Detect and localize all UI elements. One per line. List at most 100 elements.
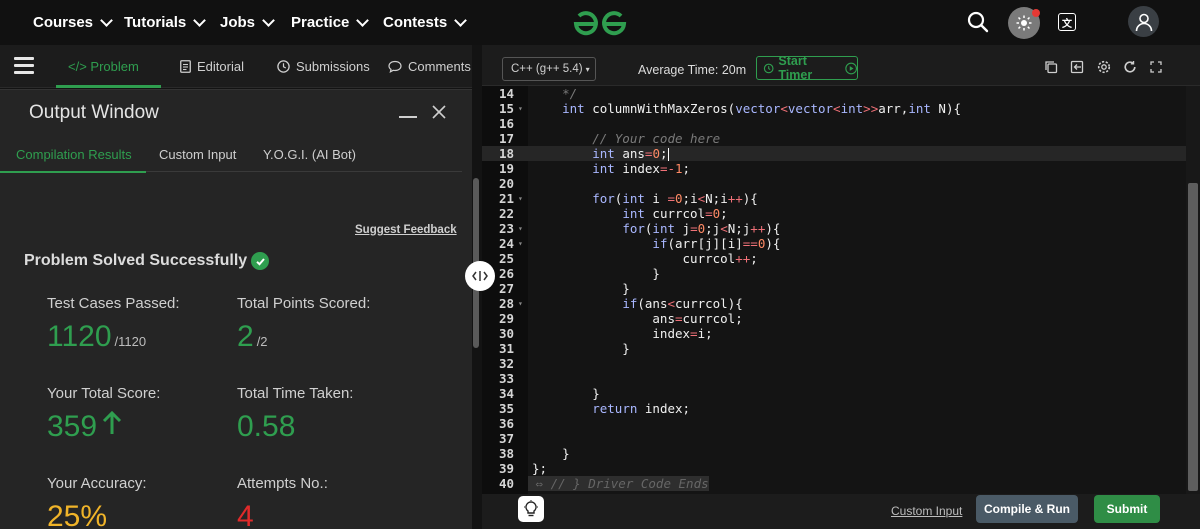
fold-caret-icon[interactable]: ▾: [518, 221, 523, 236]
code-text: }: [532, 386, 600, 401]
editor-scrollbar[interactable]: [1188, 183, 1198, 491]
code-text: int currcol=0;: [622, 206, 728, 221]
caret-down-icon: ▾: [585, 64, 590, 74]
search-icon[interactable]: [966, 10, 990, 34]
code-line: 28 ▾ if(ans<currcol){: [482, 296, 1186, 311]
code-text: ⇔ // } Driver Code Ends: [528, 476, 709, 491]
tab-submissions-label: Submissions: [296, 59, 370, 74]
code-text: if(arr[j][i]==0){: [652, 236, 781, 251]
tab-comments-label: Comments: [408, 59, 471, 74]
accuracy-value: 25%: [47, 500, 108, 529]
line-number: 27: [499, 281, 515, 296]
nav-jobs-label: Jobs: [220, 14, 256, 31]
language-select-value: C++ (g++ 5.4): [511, 63, 583, 75]
line-number: 34: [499, 386, 515, 401]
line-number: 28: [499, 296, 515, 311]
fullscreen-icon[interactable]: [1149, 60, 1163, 74]
test-cases-value: 1120/1120: [47, 320, 146, 354]
tab-yogi-ai-bot[interactable]: Y.O.G.I. (AI Bot): [263, 136, 356, 172]
compile-run-button[interactable]: Compile & Run: [976, 495, 1078, 523]
line-number: 19: [499, 161, 515, 176]
tab-problem[interactable]: </> Problem: [56, 45, 161, 88]
export-icon[interactable]: [1070, 60, 1084, 74]
code-text: int index=-1;: [592, 161, 691, 176]
language-select[interactable]: C++ (g++ 5.4) ▾: [502, 57, 596, 81]
fold-caret-icon[interactable]: ▾: [518, 101, 523, 116]
line-number: 33: [499, 371, 515, 386]
code-text: };: [532, 461, 548, 476]
user-icon[interactable]: [1128, 6, 1159, 37]
gfg-logo[interactable]: [570, 6, 630, 38]
line-number: 35: [499, 401, 515, 416]
chevron-down-icon: [454, 13, 468, 27]
custom-input-link[interactable]: Custom Input: [891, 504, 962, 518]
code-text: for(int i =0;i<N;i++){: [592, 191, 758, 206]
test-cases-label: Test Cases Passed:: [47, 295, 180, 312]
code-line: 17 // Your code here: [482, 131, 1186, 146]
line-number: 26: [499, 266, 515, 281]
nav-tutorials-label: Tutorials: [124, 14, 187, 31]
nav-courses[interactable]: Courses: [33, 0, 113, 45]
nav-contests[interactable]: Contests: [383, 0, 468, 45]
code-text: */: [532, 86, 578, 101]
fold-caret-icon[interactable]: ▾: [518, 191, 523, 206]
points-value: 2/2: [237, 320, 268, 354]
tab-editorial[interactable]: Editorial: [180, 45, 244, 88]
code-line: 16: [482, 116, 1186, 131]
code-text: if(ans<currcol){: [622, 296, 743, 311]
code-text: }: [532, 266, 660, 281]
code-line: 32: [482, 356, 1186, 371]
code-line: 26 }: [482, 266, 1186, 281]
tab-editorial-label: Editorial: [197, 59, 244, 74]
code-text: return index;: [592, 401, 691, 416]
theme-toggle-icon[interactable]: [1008, 7, 1040, 39]
notification-dot: [1032, 9, 1040, 17]
code-line: 34 }: [482, 386, 1186, 401]
code-editor[interactable]: 14 */15 ▾ int columnWithMaxZeros(vector<v…: [482, 86, 1186, 494]
fold-caret-icon[interactable]: ▾: [518, 296, 523, 311]
nav-practice[interactable]: Practice: [291, 0, 370, 45]
code-line: 40 ⇔ // } Driver Code Ends: [482, 476, 1186, 491]
average-time: Average Time: 20m: [638, 63, 747, 77]
tab-custom-input[interactable]: Custom Input: [159, 136, 236, 172]
copy-icon[interactable]: [1044, 60, 1058, 74]
translate-icon[interactable]: 文: [1058, 13, 1076, 31]
suggest-feedback-link[interactable]: Suggest Feedback: [355, 224, 457, 236]
test-cases-total: /1120: [114, 334, 147, 349]
line-number: 36: [499, 416, 515, 431]
collapsed-region-marker[interactable]: ⇔: [528, 476, 551, 491]
gear-icon[interactable]: [1097, 60, 1111, 74]
close-icon[interactable]: [428, 101, 450, 123]
hamburger-menu-icon[interactable]: [14, 57, 34, 75]
arrow-up-icon: [103, 410, 122, 434]
code-line: 39};: [482, 461, 1186, 476]
fold-caret-icon[interactable]: ▾: [518, 236, 523, 251]
code-text: int columnWithMaxZeros(vector<vector<int…: [562, 101, 962, 116]
nav-courses-label: Courses: [33, 14, 94, 31]
panel-resize-handle[interactable]: [465, 261, 495, 291]
code-line: 30 index=i;: [482, 326, 1186, 341]
status-message-text: Problem Solved Successfully: [24, 252, 248, 269]
tab-comments[interactable]: Comments: [388, 45, 471, 88]
minimize-icon[interactable]: [399, 116, 417, 118]
tab-submissions[interactable]: Submissions: [277, 45, 370, 88]
code-line: 33: [482, 371, 1186, 386]
code-text: }: [532, 341, 630, 356]
app-root: Courses Tutorials Jobs Practice Contests…: [0, 0, 1200, 529]
tab-compilation-results[interactable]: Compilation Results: [0, 136, 146, 173]
nav-jobs[interactable]: Jobs: [220, 0, 275, 45]
code-line: 19 int index=-1;: [482, 161, 1186, 176]
points-total: /2: [256, 334, 268, 349]
refresh-icon[interactable]: [1123, 60, 1137, 74]
score-value: 359: [47, 410, 123, 444]
submit-button[interactable]: Submit: [1094, 495, 1160, 523]
editor-toolbar: C++ (g++ 5.4) ▾ Average Time: 20m Start T…: [482, 45, 1200, 86]
nav-tutorials[interactable]: Tutorials: [124, 0, 207, 45]
lightbulb-icon[interactable]: [518, 496, 544, 522]
tab-yogi-ai-bot-label: Y.O.G.I. (AI Bot): [263, 146, 356, 162]
code-line: 15 ▾ int columnWithMaxZeros(vector<vector…: [482, 101, 1186, 116]
start-timer-button[interactable]: Start Timer: [756, 54, 858, 82]
editor-panel: C++ (g++ 5.4) ▾ Average Time: 20m Start T…: [482, 45, 1200, 529]
line-number: 24: [499, 236, 515, 251]
code-line: 14 */: [482, 86, 1186, 101]
